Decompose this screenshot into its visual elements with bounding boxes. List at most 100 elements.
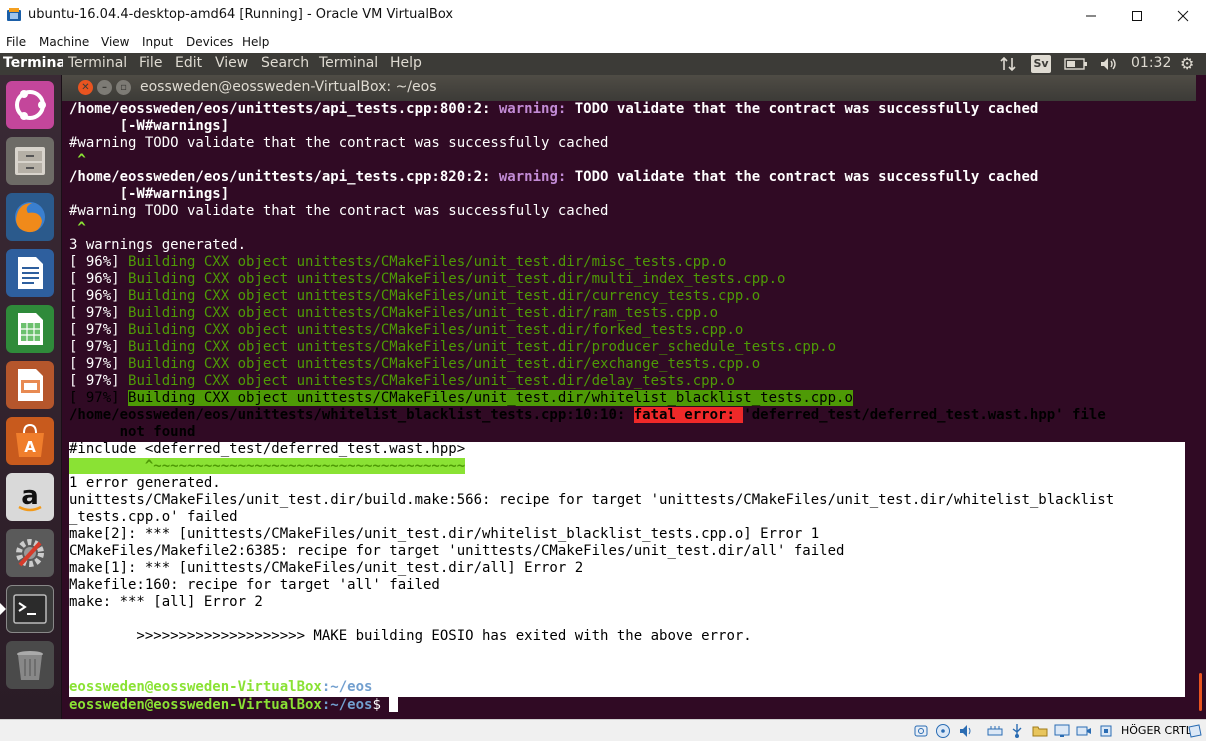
error-line-cont: not found	[69, 424, 196, 440]
host-titlebar: ubuntu-16.04.4-desktop-amd64 [Running] -…	[0, 0, 1206, 31]
build-line: [ 96%] Building CXX object unittests/CMa…	[69, 254, 727, 270]
usb-icon[interactable]	[1009, 723, 1025, 739]
volume-icon[interactable]	[1099, 56, 1119, 72]
unity-launcher: A a	[0, 75, 62, 719]
build-line: [ 97%] Building CXX object unittests/CMa…	[69, 356, 761, 372]
system-settings-icon[interactable]	[6, 529, 54, 577]
terminal-output[interactable]: /home/eossweden/eos/unittests/api_tests.…	[69, 101, 1185, 719]
minimize-icon	[1086, 15, 1096, 16]
ub-menu-view[interactable]: View	[215, 55, 248, 71]
files-icon[interactable]	[6, 137, 54, 185]
ub-menu-terminal[interactable]: Terminal	[68, 55, 127, 71]
build-line: [ 97%] Building CXX object unittests/CMa…	[69, 322, 744, 338]
output-line: make[1]: *** [unittests/CMakeFiles/unit_…	[69, 560, 584, 576]
ubuntu-dash-icon[interactable]	[6, 81, 54, 129]
network-icon[interactable]	[1000, 56, 1016, 72]
maximize-button[interactable]	[1114, 0, 1160, 31]
host-menu-view[interactable]: View	[101, 35, 129, 49]
harddisk-icon[interactable]	[913, 723, 929, 739]
close-icon	[1177, 10, 1189, 21]
build-line: [ 96%] Building CXX object unittests/CMa…	[69, 271, 786, 287]
warnings-summary: 3 warnings generated.	[69, 237, 247, 253]
terminal-window: ✕ – ▫ eossweden@eossweden-VirtualBox: ~/…	[62, 75, 1206, 719]
build-line: [ 97%] Building CXX object unittests/CMa…	[69, 373, 735, 389]
error-line: /home/eossweden/eos/unittests/whitelist_…	[69, 407, 1106, 423]
cpu-icon[interactable]	[1098, 723, 1114, 739]
terminal-scrollbar[interactable]	[1196, 101, 1206, 719]
output-line: _tests.cpp.o' failed	[69, 509, 238, 525]
build-line: [ 96%] Building CXX object unittests/CMa…	[69, 288, 761, 304]
clock[interactable]: 01:32	[1131, 55, 1171, 71]
ub-menu-terminal-2[interactable]: Terminal	[319, 55, 378, 71]
warning-line: /home/eossweden/eos/unittests/api_tests.…	[69, 101, 1039, 117]
host-menu-machine[interactable]: Machine	[39, 35, 89, 49]
host-menu-input[interactable]: Input	[142, 35, 173, 49]
close-button[interactable]	[1160, 0, 1206, 31]
trash-icon[interactable]	[6, 641, 54, 689]
vbox-statusbar: HÖGER CRTL	[0, 719, 1206, 741]
host-menu-help[interactable]: Help	[242, 35, 269, 49]
scrollbar-thumb[interactable]	[1199, 673, 1202, 711]
terminal-titlebar: ✕ – ▫ eossweden@eossweden-VirtualBox: ~/…	[62, 75, 1196, 101]
include-line: #include <deferred_test/deferred_test.wa…	[69, 441, 466, 457]
selected-build-line: [ 97%] Building CXX object unittests/CMa…	[69, 390, 853, 406]
warning-caret: ^	[69, 152, 86, 168]
video-capture-icon[interactable]	[1076, 723, 1092, 739]
audio-icon[interactable]	[958, 723, 974, 739]
build-line: [ 97%] Building CXX object unittests/CMa…	[69, 305, 719, 321]
make-exit-message: >>>>>>>>>>>>>>>>>>>> MAKE building EOSIO…	[69, 628, 752, 644]
host-key-label: HÖGER CRTL	[1121, 724, 1192, 737]
keyboard-layout-indicator[interactable]: Sv	[1031, 55, 1051, 73]
maximize-icon	[1132, 10, 1142, 21]
shell-prompt: eossweden@eossweden-VirtualBox:~/eos$ ^C	[69, 679, 407, 695]
warning-line: /home/eossweden/eos/unittests/api_tests.…	[69, 169, 1039, 185]
caret-line: ^~~~~~~~~~~~~~~~~~~~~~~~~~~~~~~~~~~~~~	[69, 458, 466, 474]
host-menubar: File Machine View Input Devices Help	[0, 31, 1206, 53]
ubuntu-top-panel: Terminal Terminal File Edit View Search …	[0, 53, 1206, 75]
virtualbox-icon	[7, 8, 21, 21]
output-line: make[2]: *** [unittests/CMakeFiles/unit_…	[69, 526, 820, 542]
mouse-integration-icon[interactable]	[1187, 723, 1203, 739]
ub-menu-file[interactable]: File	[139, 55, 162, 71]
warning-caret: ^	[69, 220, 86, 236]
optical-drive-icon[interactable]	[935, 723, 951, 739]
firefox-icon[interactable]	[6, 193, 54, 241]
ub-menu-search[interactable]: Search	[261, 55, 309, 71]
terminal-icon[interactable]	[6, 585, 54, 633]
warning-source: #warning TODO validate that the contract…	[69, 203, 609, 219]
terminal-maximize-button[interactable]: ▫	[116, 80, 131, 95]
minimize-button[interactable]	[1068, 0, 1114, 31]
warning-flag: [-W#warnings]	[69, 118, 230, 134]
guest-screen: Terminal Terminal File Edit View Search …	[0, 53, 1206, 719]
host-menu-file[interactable]: File	[6, 35, 26, 49]
active-app-name: Terminal	[3, 55, 63, 71]
display-icon[interactable]	[1054, 723, 1070, 739]
warning-source: #warning TODO validate that the contract…	[69, 135, 609, 151]
output-line: CMakeFiles/Makefile2:6385: recipe for ta…	[69, 543, 845, 559]
terminal-title: eossweden@eossweden-VirtualBox: ~/eos	[140, 79, 437, 95]
warning-flag: [-W#warnings]	[69, 186, 230, 202]
gear-icon[interactable]: ⚙	[1180, 54, 1194, 73]
host-menu-devices[interactable]: Devices	[186, 35, 233, 49]
calc-icon[interactable]	[6, 305, 54, 353]
network-adapter-icon[interactable]	[987, 723, 1003, 739]
output-line: 1 error generated.	[69, 475, 221, 491]
text-cursor	[389, 696, 399, 712]
svg-text:a: a	[21, 481, 39, 511]
output-line: Makefile:160: recipe for target 'all' fa…	[69, 577, 440, 593]
amazon-icon[interactable]: a	[6, 473, 54, 521]
ub-menu-edit[interactable]: Edit	[175, 55, 202, 71]
shell-prompt[interactable]: eossweden@eossweden-VirtualBox:~/eos$	[69, 696, 399, 713]
impress-icon[interactable]	[6, 361, 54, 409]
build-line: [ 97%] Building CXX object unittests/CMa…	[69, 339, 837, 355]
battery-icon[interactable]	[1064, 58, 1088, 70]
software-center-icon[interactable]: A	[6, 417, 54, 465]
active-app-arrow-icon	[0, 603, 6, 615]
terminal-close-button[interactable]: ✕	[78, 80, 93, 95]
shared-folders-icon[interactable]	[1032, 723, 1048, 739]
ub-menu-help[interactable]: Help	[390, 55, 422, 71]
output-line: unittests/CMakeFiles/unit_test.dir/build…	[69, 492, 1115, 508]
terminal-minimize-button[interactable]: –	[97, 80, 112, 95]
host-window-title: ubuntu-16.04.4-desktop-amd64 [Running] -…	[28, 7, 454, 22]
writer-icon[interactable]	[6, 249, 54, 297]
